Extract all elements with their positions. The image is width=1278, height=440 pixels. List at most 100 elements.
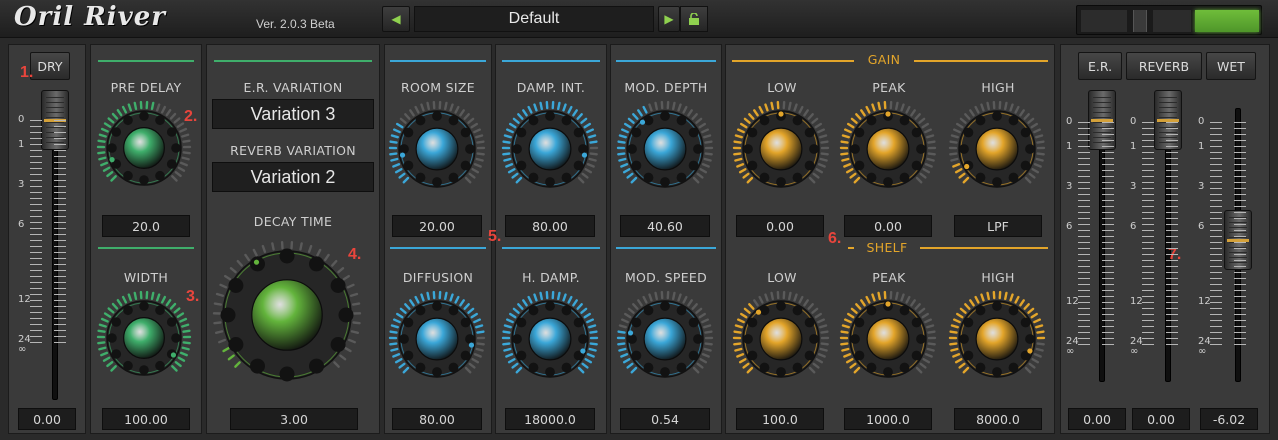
diffusion-label: DIFFUSION — [402, 270, 474, 285]
diffusion-knob[interactable] — [388, 290, 486, 388]
room-size-knob[interactable] — [388, 100, 486, 198]
power-led — [1195, 10, 1259, 32]
shelf-high-label: HIGH — [981, 270, 1015, 285]
mod-depth-label: MOD. DEPTH — [624, 80, 708, 95]
predelay-knob[interactable] — [96, 100, 192, 196]
scale-label: 0 — [18, 114, 25, 125]
scale-label: 1 — [1130, 141, 1137, 152]
scale-label: ∞ — [18, 344, 27, 355]
decay-value: 3.00 — [230, 408, 358, 430]
mod-depth-knob[interactable] — [616, 100, 714, 198]
marker-3: 3. — [186, 288, 200, 305]
scale-label: ∞ — [1198, 346, 1207, 357]
h-damp-value: 18000.0 — [505, 408, 595, 430]
decay-knob[interactable] — [212, 240, 362, 390]
shelf-title: SHELF — [866, 240, 908, 255]
scale-label: ∞ — [1130, 346, 1139, 357]
shelf-high-value: 8000.0 — [954, 408, 1042, 430]
width-label: WIDTH — [123, 270, 169, 285]
marker-2: 2. — [184, 108, 198, 125]
gain-low-knob[interactable] — [732, 100, 830, 198]
scale-label: 12 — [1130, 296, 1143, 307]
gain-high-knob[interactable] — [948, 100, 1046, 198]
scale-label: 0 — [1130, 116, 1137, 127]
reverb-value: 0.00 — [1132, 408, 1190, 430]
right-triangle-icon: ▶ — [664, 12, 674, 26]
left-triangle-icon: ◀ — [391, 12, 401, 26]
reverb-variation-label: REVERB VARIATION — [230, 143, 356, 158]
scale-label: 3 — [1066, 181, 1073, 192]
scale-label: 6 — [1198, 221, 1205, 232]
scale-label: 3 — [1198, 181, 1205, 192]
version-label: Ver. 2.0.3 Beta — [256, 17, 335, 31]
damp-int-knob[interactable] — [501, 100, 599, 198]
mod-depth-value: 40.60 — [620, 215, 710, 237]
scale-label: 1 — [1066, 141, 1073, 152]
mod-speed-knob[interactable] — [616, 290, 714, 388]
next-preset-button[interactable]: ▶ — [658, 6, 680, 32]
decay-label: DECAY TIME — [253, 214, 333, 229]
width-value: 100.00 — [102, 408, 190, 430]
reverb-variation-select[interactable]: Variation 2 — [212, 162, 374, 192]
shelf-low-label: LOW — [767, 270, 797, 285]
wet-button[interactable]: WET — [1206, 52, 1256, 80]
room-size-label: ROOM SIZE — [401, 80, 475, 95]
marker-6: 6. — [828, 230, 842, 247]
width-knob[interactable] — [96, 290, 192, 386]
plugin-window: Oril River Ver. 2.0.3 Beta ◀ Default ▶ D… — [0, 0, 1278, 440]
shelf-peak-value: 1000.0 — [844, 408, 932, 430]
scale-label: 3 — [1130, 181, 1137, 192]
h-damp-label: H. DAMP. — [522, 270, 580, 285]
shelf-peak-label: PEAK — [872, 270, 906, 285]
dry-button[interactable]: DRY — [30, 52, 70, 80]
shelf-low-knob[interactable] — [732, 290, 830, 388]
scale-label: 6 — [1066, 221, 1073, 232]
predelay-label: PRE DELAY — [110, 80, 182, 95]
damp-int-value: 80.00 — [505, 215, 595, 237]
er-variation-select[interactable]: Variation 3 — [212, 99, 374, 129]
lock-button[interactable] — [680, 6, 708, 32]
scale-label: 0 — [1066, 116, 1073, 127]
preset-name[interactable]: Default — [414, 6, 654, 32]
scale-label: 12 — [18, 294, 31, 305]
marker-1: 1. — [20, 64, 34, 81]
gain-peak-value: 0.00 — [844, 215, 932, 237]
shelf-peak-knob[interactable] — [839, 290, 937, 388]
reverb-button[interactable]: REVERB — [1126, 52, 1202, 80]
shelf-low-value: 100.0 — [736, 408, 824, 430]
top-bar: Oril River Ver. 2.0.3 Beta ◀ Default ▶ — [0, 0, 1278, 38]
logo: Oril River — [14, 2, 166, 32]
gain-low-label: LOW — [767, 80, 797, 95]
gain-low-value: 0.00 — [736, 215, 824, 237]
wet-value: -6.02 — [1200, 408, 1258, 430]
er-variation-label: E.R. VARIATION — [243, 80, 343, 95]
predelay-value: 20.0 — [102, 215, 190, 237]
er-button[interactable]: E.R. — [1078, 52, 1122, 80]
dry-value: 0.00 — [18, 408, 76, 430]
scale-label: 6 — [18, 219, 25, 230]
h-damp-knob[interactable] — [501, 290, 599, 388]
damp-int-label: DAMP. INT. — [516, 80, 586, 95]
room-size-value: 20.00 — [392, 215, 482, 237]
mod-speed-value: 0.54 — [620, 408, 710, 430]
prev-preset-button[interactable]: ◀ — [382, 6, 410, 32]
marker-5: 5. — [488, 228, 502, 245]
bypass-toggle[interactable] — [1076, 5, 1262, 35]
scale-label: 0 — [1198, 116, 1205, 127]
scale-label: 6 — [1130, 221, 1137, 232]
shelf-high-knob[interactable] — [948, 290, 1046, 388]
scale-label: 1 — [18, 139, 25, 150]
mod-speed-label: MOD. SPEED — [624, 270, 708, 285]
gain-peak-knob[interactable] — [839, 100, 937, 198]
scale-label: 12 — [1066, 296, 1079, 307]
scale-label: ∞ — [1066, 346, 1075, 357]
gain-peak-label: PEAK — [872, 80, 906, 95]
diffusion-value: 80.00 — [392, 408, 482, 430]
gain-title: GAIN — [867, 52, 901, 67]
gain-high-value[interactable]: LPF — [954, 215, 1042, 237]
scale-label: 1 — [1198, 141, 1205, 152]
gain-high-label: HIGH — [981, 80, 1015, 95]
scale-label: 3 — [18, 179, 25, 190]
er-value: 0.00 — [1068, 408, 1126, 430]
marker-4: 4. — [348, 246, 362, 263]
